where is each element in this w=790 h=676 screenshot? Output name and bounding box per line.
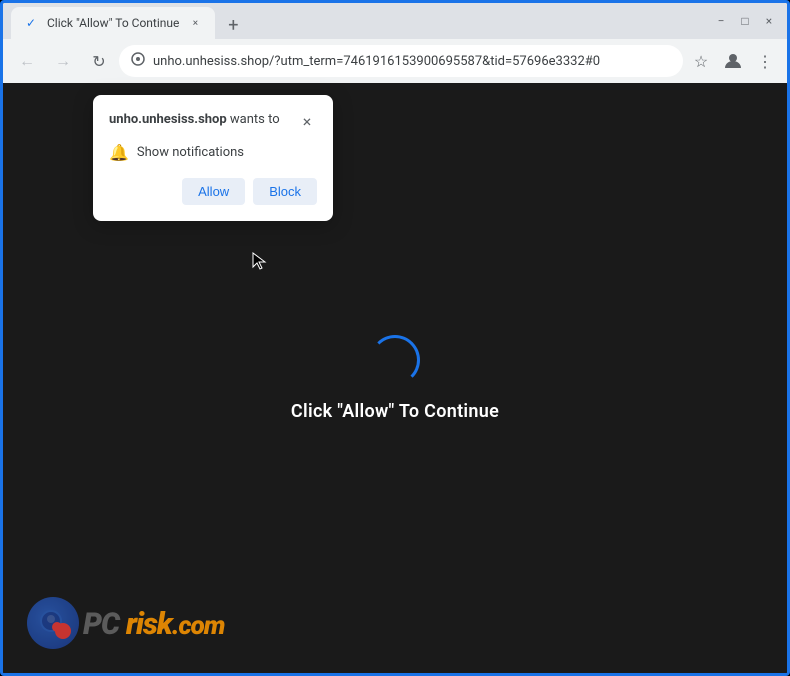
popup-notification-label: Show notifications bbox=[137, 145, 244, 160]
allow-button[interactable]: Allow bbox=[182, 178, 245, 205]
tab-title: Click "Allow" To Continue bbox=[47, 16, 179, 30]
notification-popup: unho.unhesiss.shop wants to × 🔔 Show not… bbox=[93, 95, 333, 221]
menu-button[interactable]: ⋮ bbox=[751, 47, 779, 75]
bell-icon: 🔔 bbox=[109, 143, 129, 162]
cursor bbox=[251, 251, 271, 275]
page-center: Click "Allow" To Continue bbox=[291, 335, 499, 422]
bookmark-button[interactable]: ☆ bbox=[687, 47, 715, 75]
pcrisk-com-text: .com bbox=[172, 611, 225, 641]
maximize-button[interactable]: □ bbox=[735, 11, 755, 31]
popup-header: unho.unhesiss.shop wants to × bbox=[109, 111, 317, 131]
popup-title: unho.unhesiss.shop wants to bbox=[109, 111, 297, 129]
url-bar[interactable]: unho.unhesiss.shop/?utm_term=74619161539… bbox=[119, 45, 683, 77]
url-text: unho.unhesiss.shop/?utm_term=74619161539… bbox=[153, 54, 671, 69]
forward-button[interactable]: → bbox=[47, 45, 79, 77]
pcrisk-logo: PC risk.com bbox=[27, 597, 224, 649]
page-content: Click "Allow" To Continue PC risk.com bbox=[3, 83, 787, 673]
active-tab[interactable]: ✓ Click "Allow" To Continue × bbox=[11, 7, 215, 39]
popup-close-button[interactable]: × bbox=[297, 111, 317, 131]
security-icon bbox=[131, 52, 145, 70]
back-button[interactable]: ← bbox=[11, 45, 43, 77]
popup-buttons: Allow Block bbox=[109, 178, 317, 205]
tab-strip: ✓ Click "Allow" To Continue × + bbox=[11, 3, 711, 39]
pcrisk-pc-text: PC bbox=[83, 604, 126, 642]
popup-wants-text: wants to bbox=[227, 112, 280, 127]
pcrisk-text: PC risk.com bbox=[83, 604, 224, 642]
loading-spinner bbox=[370, 335, 420, 385]
refresh-button[interactable]: ↻ bbox=[83, 45, 115, 77]
pcrisk-icon bbox=[27, 597, 79, 649]
pcrisk-risk-text: risk bbox=[126, 607, 172, 642]
tab-favicon: ✓ bbox=[23, 15, 39, 31]
close-window-button[interactable]: × bbox=[759, 11, 779, 31]
address-bar: ← → ↻ unho.unhesiss.shop/?utm_term=74619… bbox=[3, 39, 787, 83]
profile-button[interactable] bbox=[719, 47, 747, 75]
browser-window: ✓ Click "Allow" To Continue × + − □ × ← … bbox=[0, 0, 790, 676]
tab-close-button[interactable]: × bbox=[187, 15, 203, 31]
popup-domain: unho.unhesiss.shop bbox=[109, 112, 227, 127]
window-controls: − □ × bbox=[711, 11, 779, 31]
title-bar: ✓ Click "Allow" To Continue × + − □ × bbox=[3, 3, 787, 39]
minimize-button[interactable]: − bbox=[711, 11, 731, 31]
new-tab-button[interactable]: + bbox=[219, 11, 247, 39]
popup-notification-row: 🔔 Show notifications bbox=[109, 143, 317, 162]
block-button[interactable]: Block bbox=[253, 178, 317, 205]
page-message: Click "Allow" To Continue bbox=[291, 401, 499, 422]
